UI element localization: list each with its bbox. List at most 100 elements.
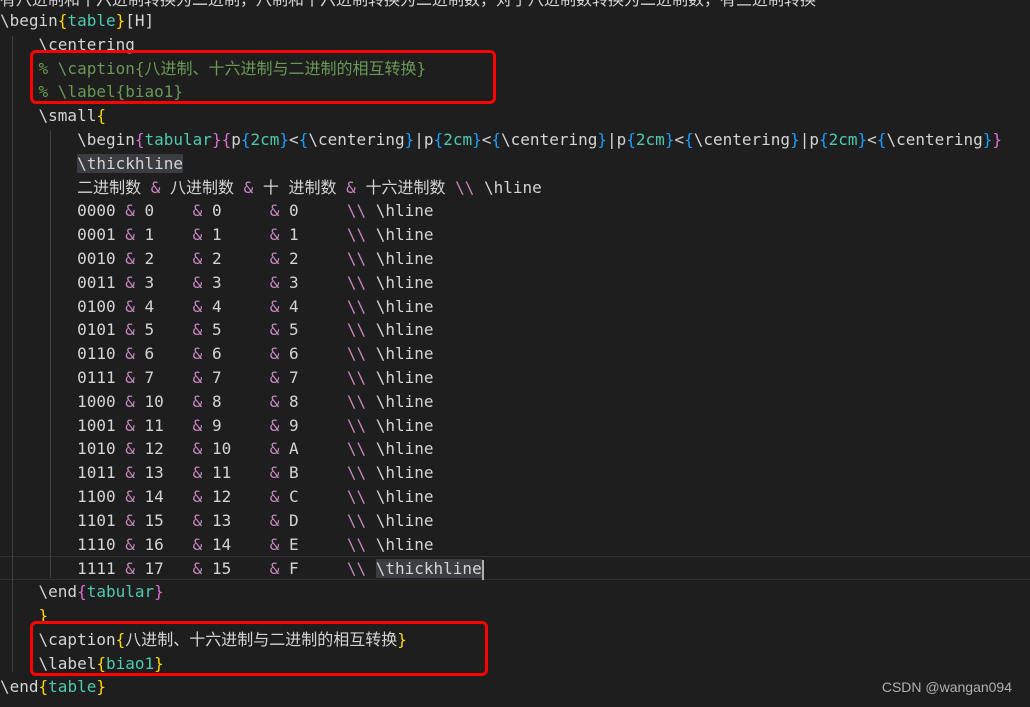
code-line[interactable]: 0111 & 7 & 7 & 7 \\ \hline bbox=[0, 366, 1030, 390]
code-line[interactable]: 0011 & 3 & 3 & 3 \\ \hline bbox=[0, 271, 1030, 295]
code-token: p bbox=[231, 130, 241, 149]
code-token: 0011 bbox=[0, 272, 126, 292]
code-token: D bbox=[279, 510, 347, 530]
code-line[interactable]: 0001 & 1 & 1 & 1 \\ \hline bbox=[0, 223, 1030, 247]
code-token: \centering bbox=[308, 130, 405, 149]
code-token: 1001 bbox=[0, 415, 126, 435]
code-line[interactable]: 1110 & 16 & 14 & E \\ \hline bbox=[0, 533, 1030, 557]
code-line[interactable]: 0101 & 5 & 5 & 5 \\ \hline bbox=[0, 318, 1030, 342]
code-token: \centering bbox=[693, 130, 791, 149]
code-token: 9 bbox=[202, 415, 270, 435]
code-line[interactable]: 1010 & 12 & 10 & A \\ \hline bbox=[0, 437, 1030, 461]
code-token: \hline bbox=[366, 249, 434, 268]
code-token: 1 bbox=[279, 225, 347, 245]
code-token: & bbox=[125, 296, 135, 316]
code-token: \thickhline bbox=[375, 559, 482, 579]
code-token: & bbox=[192, 415, 203, 435]
code-line[interactable]: \begin{table}[H] bbox=[0, 9, 1030, 33]
code-token: } bbox=[472, 130, 482, 149]
code-line[interactable]: \end{tabular} bbox=[0, 580, 1030, 604]
code-token: 1 bbox=[134, 225, 193, 245]
code-token: & bbox=[192, 249, 203, 268]
code-token: & bbox=[125, 320, 135, 340]
code-token: F bbox=[279, 559, 347, 579]
code-token: } bbox=[790, 130, 800, 149]
code-token: 1011 bbox=[0, 463, 126, 483]
code-token: \\ bbox=[346, 391, 367, 411]
code-token: \\ bbox=[346, 534, 367, 554]
code-token: \hline bbox=[366, 272, 434, 292]
code-token: & bbox=[346, 177, 356, 197]
code-token: { bbox=[876, 130, 887, 149]
code-token: 2 bbox=[202, 249, 270, 268]
code-token: 十六进制数 bbox=[355, 177, 456, 197]
code-token: \hline bbox=[366, 415, 434, 435]
code-token: 0101 bbox=[0, 320, 126, 340]
code-line[interactable]: 二进制数 & 八进制数 & 十 进制数 & 十六进制数 \\ \hline bbox=[0, 176, 1030, 200]
code-line[interactable]: 0000 & 0 & 0 & 0 \\ \hline bbox=[0, 199, 1030, 223]
code-token: 2cm bbox=[443, 130, 473, 149]
code-token: 2cm bbox=[635, 130, 665, 149]
code-token: } bbox=[279, 130, 290, 149]
code-token: 6 bbox=[279, 344, 347, 364]
code-token: 14 bbox=[134, 487, 193, 506]
code-token: & bbox=[125, 201, 135, 221]
code-token: & bbox=[269, 487, 280, 506]
code-token: |p bbox=[414, 130, 434, 149]
code-token: & bbox=[192, 510, 203, 530]
code-token: 8 bbox=[202, 391, 270, 411]
code-token: 1101 bbox=[0, 510, 126, 530]
code-token: & bbox=[269, 534, 280, 554]
code-token: \hline bbox=[366, 391, 434, 411]
code-token: 0 bbox=[279, 201, 347, 221]
code-token: \begin bbox=[0, 130, 135, 149]
code-token: 2 bbox=[134, 249, 193, 268]
code-line[interactable]: 1111 & 17 & 15 & F \\ \thickhline bbox=[0, 556, 1030, 581]
code-token: & bbox=[125, 415, 135, 435]
code-token: 16 bbox=[134, 534, 193, 554]
code-token: table bbox=[48, 677, 97, 697]
code-line[interactable]: 1000 & 10 & 8 & 8 \\ \hline bbox=[0, 390, 1030, 414]
code-line[interactable]: 1100 & 14 & 12 & C \\ \hline bbox=[0, 485, 1030, 509]
code-token: } bbox=[982, 130, 993, 149]
code-token: 5 bbox=[202, 320, 270, 340]
code-token: \hline bbox=[366, 463, 434, 483]
code-token: 14 bbox=[202, 534, 270, 554]
code-line[interactable]: \small{ bbox=[0, 104, 1030, 128]
code-token: & bbox=[192, 201, 203, 221]
code-line[interactable]: \end{table} bbox=[0, 675, 1030, 699]
code-token: 二进制数 bbox=[0, 177, 151, 197]
code-token: & bbox=[125, 344, 135, 364]
code-line[interactable]: 0100 & 4 & 4 & 4 \\ \hline bbox=[0, 295, 1030, 319]
code-editor[interactable]: 有八进制和十六进制转换为二进制，八制和十六进制转换为二进制数，对于八进制数转换为… bbox=[0, 0, 1030, 707]
code-line[interactable]: 1101 & 15 & 13 & D \\ \hline bbox=[0, 509, 1030, 533]
code-token: & bbox=[192, 534, 203, 554]
code-token: 1010 bbox=[0, 439, 126, 459]
code-token: & bbox=[125, 463, 135, 483]
code-token: \\ bbox=[346, 296, 367, 316]
code-token: & bbox=[150, 177, 161, 197]
code-token: & bbox=[269, 415, 280, 435]
code-token: & bbox=[192, 320, 203, 340]
code-token: \centering bbox=[501, 130, 598, 149]
code-line[interactable]: \thickhline bbox=[0, 152, 1030, 176]
code-line[interactable]: 1011 & 13 & 11 & B \\ \hline bbox=[0, 461, 1030, 485]
code-line[interactable]: 1001 & 11 & 9 & 9 \\ \hline bbox=[0, 414, 1030, 438]
code-token: \\ bbox=[346, 510, 367, 530]
code-token: 1100 bbox=[0, 487, 126, 506]
code-line[interactable]: \begin{tabular}{p{2cm}<{\centering}|p{2c… bbox=[0, 128, 1030, 152]
code-token: 10 bbox=[202, 439, 270, 459]
code-token: 3 bbox=[202, 272, 270, 292]
code-token: & bbox=[125, 510, 135, 530]
watermark: CSDN @wangan094 bbox=[881, 679, 1012, 695]
code-token: 4 bbox=[279, 296, 347, 316]
code-token: } bbox=[597, 130, 607, 149]
code-line[interactable]: 0110 & 6 & 6 & 6 \\ \hline bbox=[0, 342, 1030, 366]
code-token: & bbox=[269, 559, 280, 579]
code-token: \hline bbox=[366, 201, 434, 221]
code-token: { bbox=[491, 130, 502, 149]
code-token: 12 bbox=[134, 439, 193, 459]
code-token: 3 bbox=[134, 272, 193, 292]
code-line[interactable]: 0010 & 2 & 2 & 2 \\ \hline bbox=[0, 247, 1030, 271]
code-token: \\ bbox=[346, 320, 367, 340]
